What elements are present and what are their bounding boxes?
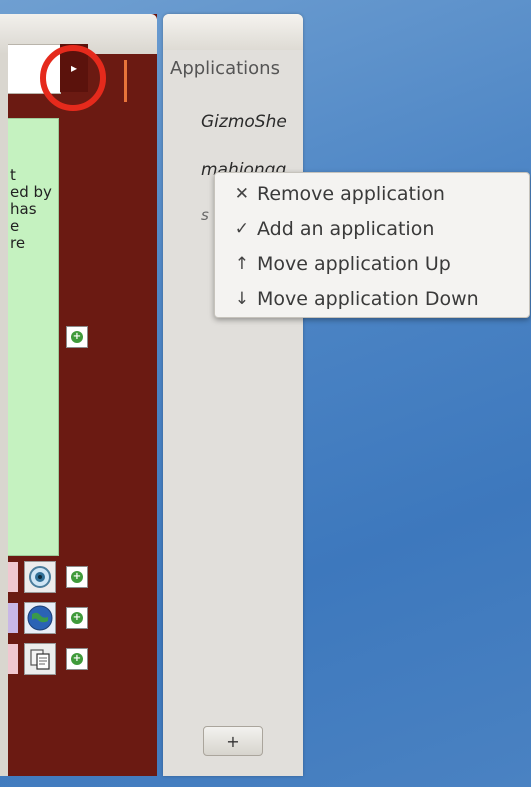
application-item[interactable]: GizmoShe bbox=[201, 112, 287, 132]
plus-circle-icon: + bbox=[71, 653, 83, 665]
add-app-button-row1[interactable]: + bbox=[66, 566, 88, 588]
plus-circle-icon: + bbox=[71, 331, 83, 343]
checkmark-icon: ✓ bbox=[234, 218, 249, 239]
eye-app-icon[interactable] bbox=[24, 561, 56, 593]
close-icon: ✕ bbox=[234, 183, 249, 204]
copy-paste-app-icon[interactable] bbox=[24, 643, 56, 675]
note-line: t bbox=[10, 166, 16, 184]
note-text: t ed by has e re bbox=[10, 167, 52, 252]
menu-item-label: Move application Down bbox=[257, 287, 479, 310]
menu-item-label: Remove application bbox=[257, 182, 445, 205]
orange-indicator bbox=[124, 60, 127, 102]
note-line: e bbox=[10, 217, 20, 235]
note-panel: t ed by has e re bbox=[8, 118, 59, 556]
add-app-button-row2[interactable]: + bbox=[66, 607, 88, 629]
menu-item-label: Add an application bbox=[257, 217, 435, 240]
applications-titlebar[interactable] bbox=[163, 14, 303, 50]
add-app-button-row3[interactable]: + bbox=[66, 648, 88, 670]
arrow-down-icon: ↓ bbox=[234, 288, 249, 309]
menu-item-remove-application[interactable]: ✕ Remove application bbox=[215, 176, 529, 211]
panel-title: Applications bbox=[170, 58, 280, 79]
pink-strip bbox=[8, 644, 18, 674]
note-line: has bbox=[10, 200, 37, 218]
pink-strip bbox=[8, 562, 18, 592]
globe-app-icon[interactable] bbox=[24, 602, 56, 634]
applications-panel: Applications GizmoShe mahjongg s + bbox=[163, 14, 303, 776]
add-button[interactable]: + bbox=[203, 726, 263, 756]
left-window-edge bbox=[0, 54, 8, 776]
menu-item-add-application[interactable]: ✓ Add an application bbox=[215, 211, 529, 246]
menu-item-label: Move application Up bbox=[257, 252, 451, 275]
menu-item-move-up[interactable]: ↑ Move application Up bbox=[215, 246, 529, 281]
menu-item-move-down[interactable]: ↓ Move application Down bbox=[215, 281, 529, 316]
note-line: ed by bbox=[10, 183, 52, 201]
highlight-circle bbox=[40, 45, 106, 111]
arrow-up-icon: ↑ bbox=[234, 253, 249, 274]
application-item[interactable]: s bbox=[201, 206, 209, 224]
purple-strip bbox=[8, 603, 18, 633]
plus-circle-icon: + bbox=[71, 612, 83, 624]
context-menu: ✕ Remove application ✓ Add an applicatio… bbox=[214, 172, 530, 318]
note-line: re bbox=[10, 234, 26, 252]
add-widget-button[interactable]: + bbox=[66, 326, 88, 348]
plus-circle-icon: + bbox=[71, 571, 83, 583]
